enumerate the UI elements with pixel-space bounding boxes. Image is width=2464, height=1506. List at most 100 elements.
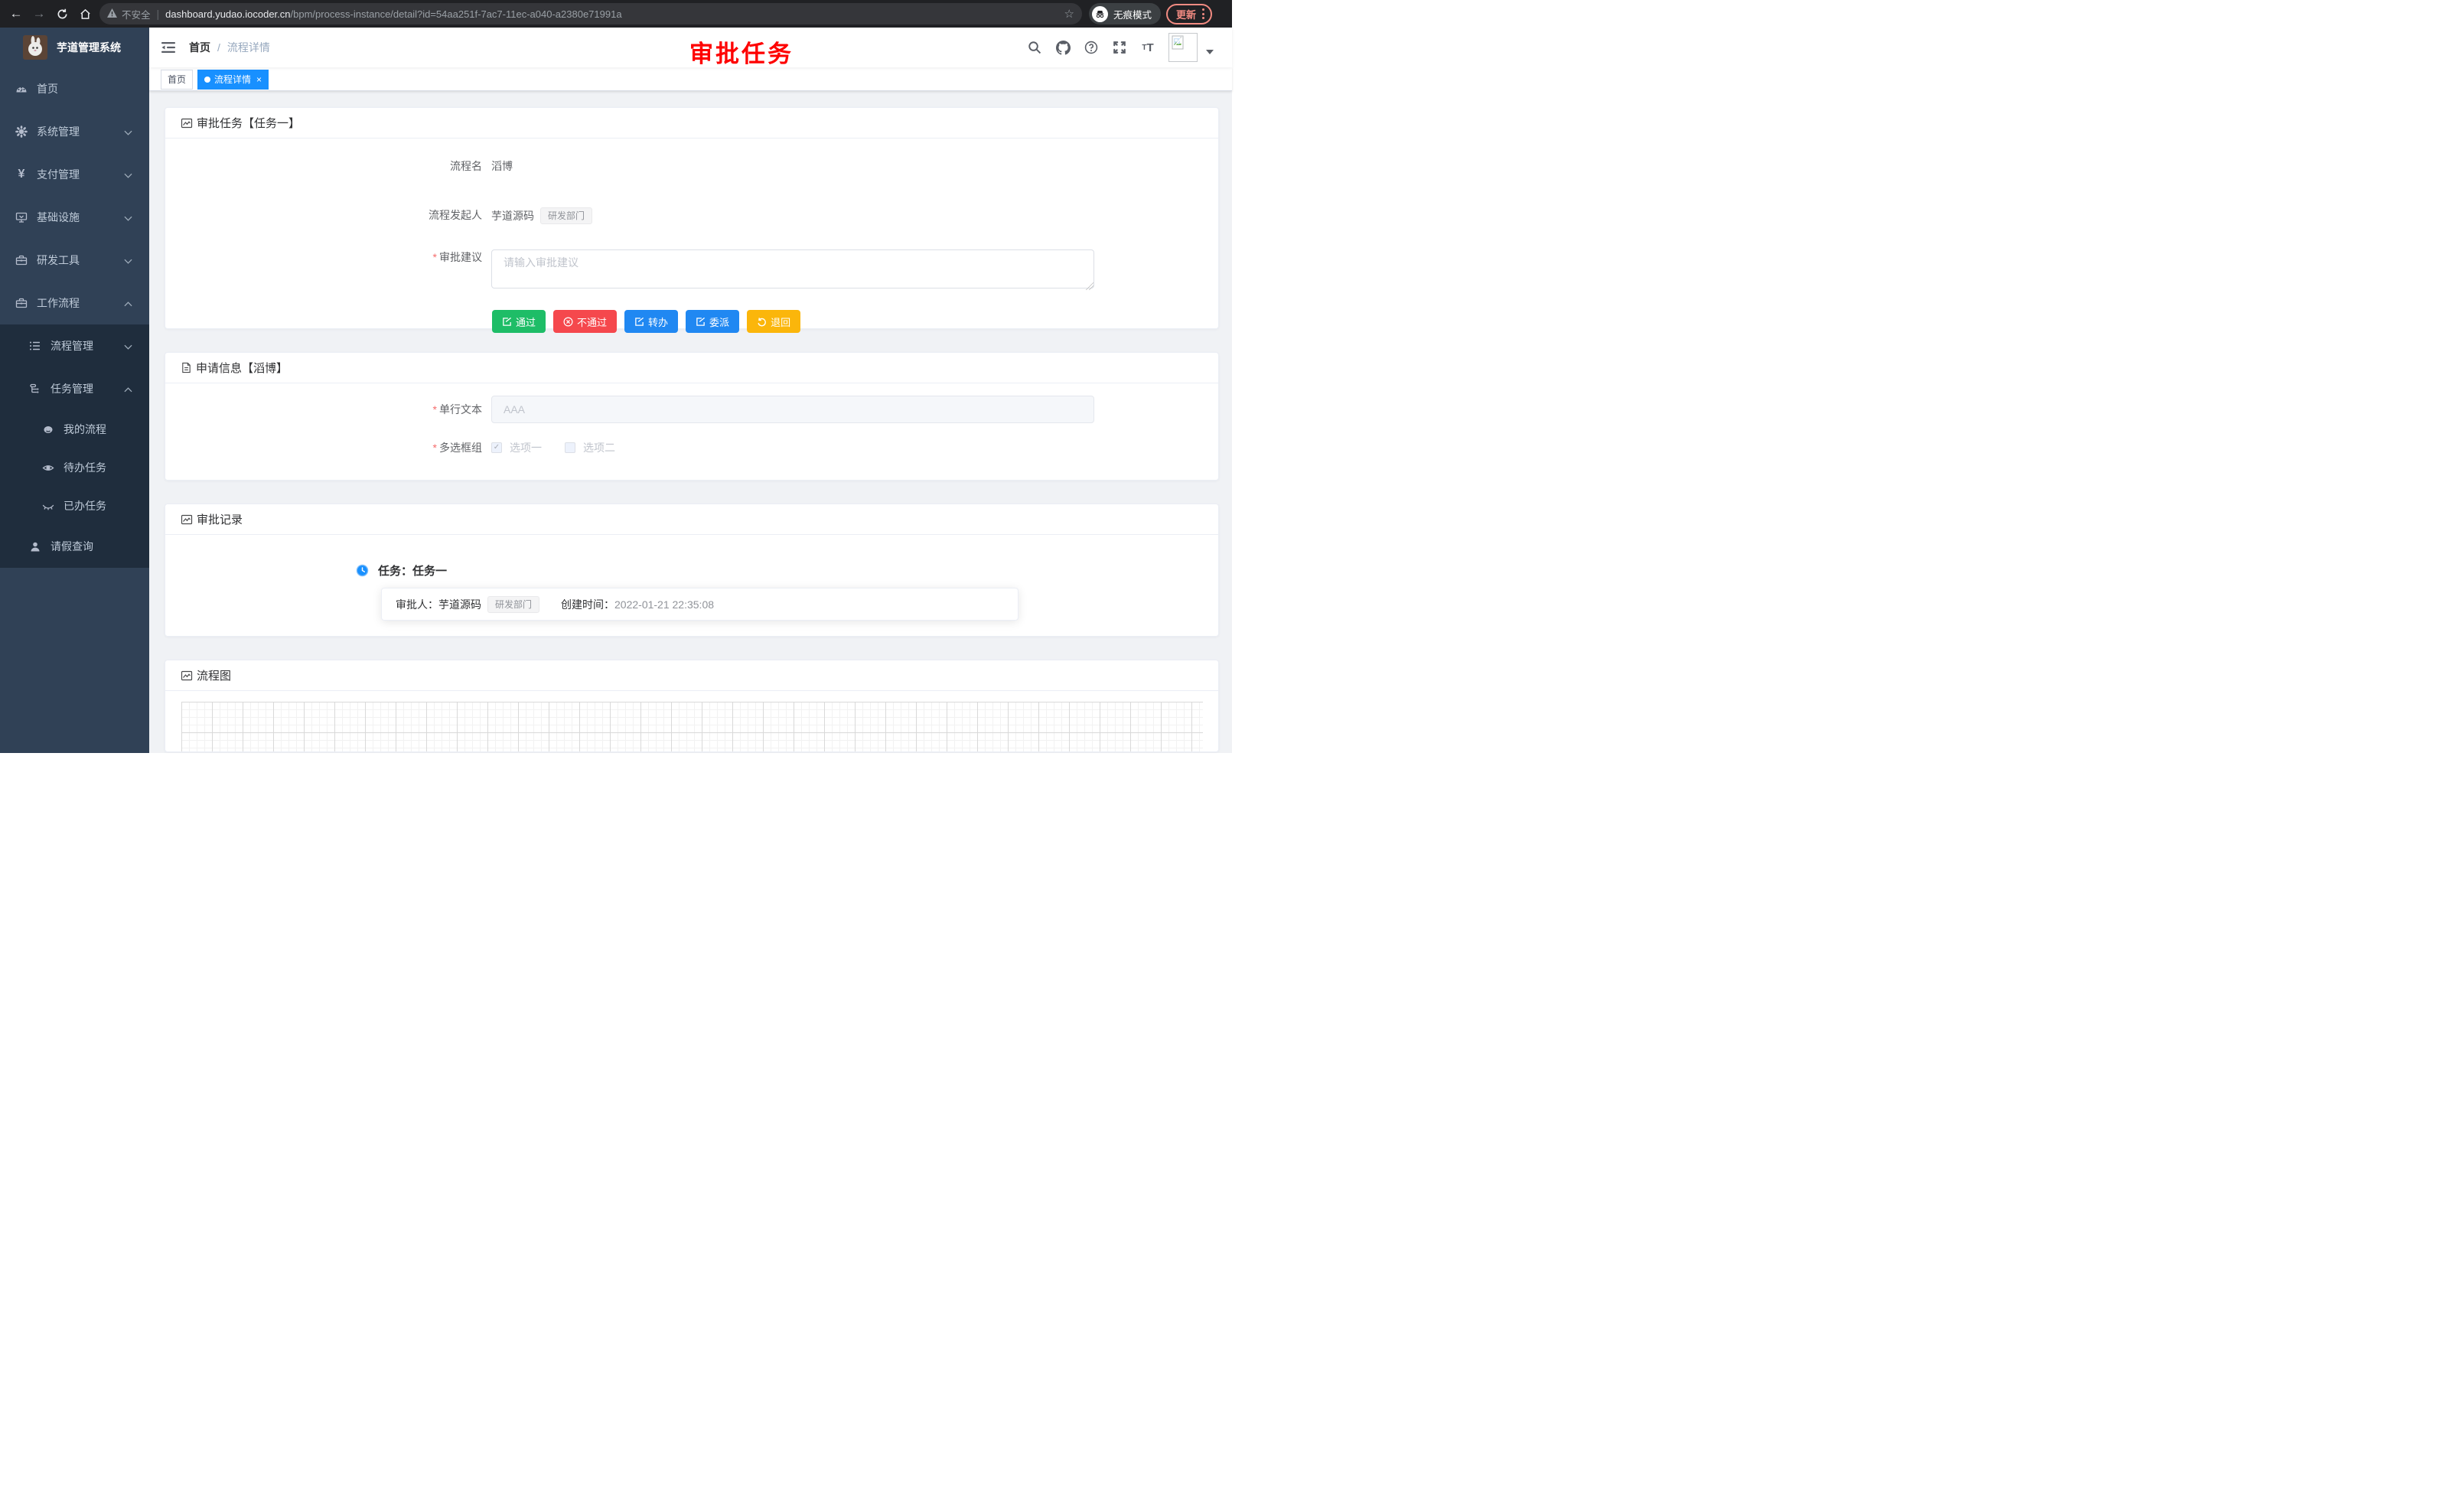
approver-dept-tag: 研发部门	[487, 596, 539, 613]
checkbox-group: ✓ 选项一 选项二	[491, 440, 615, 455]
bookmark-star-icon[interactable]: ☆	[1064, 7, 1074, 21]
chevron-down-icon	[124, 126, 132, 138]
opinion-row: *审批建议	[165, 249, 1218, 291]
checkbox-checked-icon: ✓	[491, 442, 502, 453]
apply-card-title: 申请信息【滔博】	[196, 360, 288, 376]
tab-process-detail[interactable]: 流程详情 ×	[197, 70, 269, 90]
text-field-input-disabled: AAA	[491, 396, 1094, 423]
checkbox-unchecked-icon	[565, 442, 575, 453]
browser-update-button[interactable]: 更新	[1166, 4, 1212, 24]
logo-row[interactable]: 芋道管理系统	[0, 28, 149, 67]
sidebar-item-leave-query[interactable]: 请假查询	[0, 525, 149, 568]
pass-button[interactable]: 通过	[492, 310, 546, 333]
checkbox-option1: ✓ 选项一	[491, 440, 542, 455]
user-icon	[29, 540, 41, 553]
chevron-up-icon	[124, 383, 132, 395]
breadcrumb-current: 流程详情	[227, 40, 270, 55]
browser-menu-icon[interactable]	[1202, 8, 1204, 19]
required-asterisk: *	[433, 442, 437, 454]
search-icon[interactable]	[1027, 40, 1042, 55]
close-icon[interactable]: ×	[256, 75, 262, 84]
reject-button[interactable]: 不通过	[553, 310, 617, 333]
approver-value: 芋道源码	[438, 597, 481, 612]
back-icon[interactable]: ←	[5, 3, 28, 24]
incognito-label: 无痕模式	[1113, 7, 1152, 21]
process-name-value: 滔博	[491, 158, 513, 174]
sidebar-item-task-mgmt[interactable]: 任务管理	[0, 367, 149, 410]
avatar-caret-icon[interactable]	[1206, 50, 1214, 54]
sidebar-item-todo-tasks[interactable]: 待办任务	[0, 448, 149, 487]
security-label[interactable]: 不安全	[122, 7, 151, 21]
delegate-button[interactable]: 委派	[686, 310, 739, 333]
sidebar-item-payment[interactable]: ¥ 支付管理	[0, 153, 149, 196]
fullscreen-icon[interactable]	[1112, 40, 1127, 55]
approver-label: 审批人：	[396, 597, 438, 612]
apply-card-header: 申请信息【滔博】	[165, 353, 1218, 383]
sidebar-item-process-mgmt[interactable]: 流程管理	[0, 324, 149, 367]
home-icon[interactable]	[73, 3, 96, 24]
approve-card-header: 审批任务【任务一】	[165, 108, 1218, 139]
chevron-down-icon	[124, 211, 132, 223]
active-tab-dot	[204, 77, 210, 83]
address-bar[interactable]: 不安全 | dashboard.yudao.iocoder.cn/bpm/pro…	[99, 3, 1082, 24]
avatar[interactable]	[1168, 33, 1198, 62]
breadcrumb-separator: /	[217, 41, 220, 54]
opinion-label: *审批建议	[165, 249, 491, 291]
toolbox-icon	[15, 254, 28, 266]
checkbox-group-row: *多选框组 ✓ 选项一 选项二	[165, 440, 1218, 455]
apply-card-body: *单行文本 AAA *多选框组 ✓ 选项一	[165, 396, 1218, 455]
github-icon[interactable]	[1055, 40, 1071, 55]
gear-icon	[15, 126, 28, 138]
sidebar-item-devtools[interactable]: 研发工具	[0, 239, 149, 282]
browser-chrome: ← → 不安全 | dashboard.yudao.iocoder.cn/bpm…	[0, 0, 1232, 28]
records-card-header: 审批记录	[165, 504, 1218, 535]
page-url: dashboard.yudao.iocoder.cn/bpm/process-i…	[165, 8, 1058, 20]
workflow-submenu: 流程管理 任务管理 我的流程	[0, 324, 149, 568]
diagram-card-title: 流程图	[197, 667, 231, 683]
return-button[interactable]: 退回	[747, 310, 800, 333]
not-secure-warning-icon	[107, 8, 117, 20]
chevron-up-icon	[124, 297, 132, 309]
sidebar-collapse-icon[interactable]	[158, 37, 178, 57]
sidebar-item-infra[interactable]: 基础设施	[0, 196, 149, 239]
sidebar-item-done-tasks[interactable]: 已办任务	[0, 487, 149, 525]
textarea-resize-handle[interactable]	[1086, 282, 1093, 290]
app-title: 芋道管理系统	[57, 40, 121, 55]
breadcrumb-home[interactable]: 首页	[189, 40, 210, 55]
incognito-icon	[1092, 6, 1108, 22]
font-size-icon[interactable]: TT	[1140, 40, 1155, 55]
document-icon	[181, 362, 192, 373]
help-icon[interactable]	[1084, 40, 1099, 55]
created-time: 2022-01-21 22:35:08	[614, 598, 714, 611]
omnibox-divider: |	[157, 8, 160, 20]
sidebar-item-system[interactable]: 系统管理	[0, 110, 149, 153]
breadcrumb: 首页 / 流程详情	[189, 40, 270, 55]
sidebar-item-home[interactable]: 首页	[0, 67, 149, 110]
page-content: 审批任务【任务一】 流程名 滔博 流程发起人 芋道源码 研发部门	[149, 91, 1232, 753]
chevron-down-icon	[124, 168, 132, 181]
red-annotation: 审批任务	[689, 34, 794, 69]
navbar: 首页 / 流程详情 审批任务	[149, 28, 1232, 67]
approve-card-title: 审批任务【任务一】	[197, 115, 300, 131]
approve-actions: 通过 不通过 转办 委	[492, 310, 1218, 344]
main: 首页 / 流程详情 审批任务	[149, 28, 1232, 753]
dashboard-icon	[15, 83, 28, 95]
opinion-textarea[interactable]	[491, 249, 1094, 288]
sidebar-item-workflow[interactable]: 工作流程	[0, 282, 149, 324]
app: 芋道管理系统 首页 系统管理 ¥ 支付管理	[0, 28, 1232, 753]
task-title: 任务：任务一	[378, 562, 447, 579]
process-name-label: 流程名	[165, 158, 491, 174]
forward-icon[interactable]: →	[28, 3, 51, 24]
transfer-button[interactable]: 转办	[624, 310, 678, 333]
org-tree-icon	[29, 383, 41, 395]
created-label: 创建时间：	[561, 597, 614, 612]
reload-icon[interactable]	[51, 3, 73, 24]
process-diagram-card: 流程图	[165, 660, 1219, 752]
chevron-down-icon	[124, 254, 132, 266]
approve-task-card: 审批任务【任务一】 流程名 滔博 流程发起人 芋道源码 研发部门	[165, 107, 1219, 329]
tab-home[interactable]: 首页	[161, 70, 193, 90]
eye-closed-icon	[42, 500, 54, 512]
sidebar-item-my-process[interactable]: 我的流程	[0, 410, 149, 448]
records-card-title: 审批记录	[197, 511, 243, 527]
navbar-actions: TT	[1027, 28, 1214, 67]
